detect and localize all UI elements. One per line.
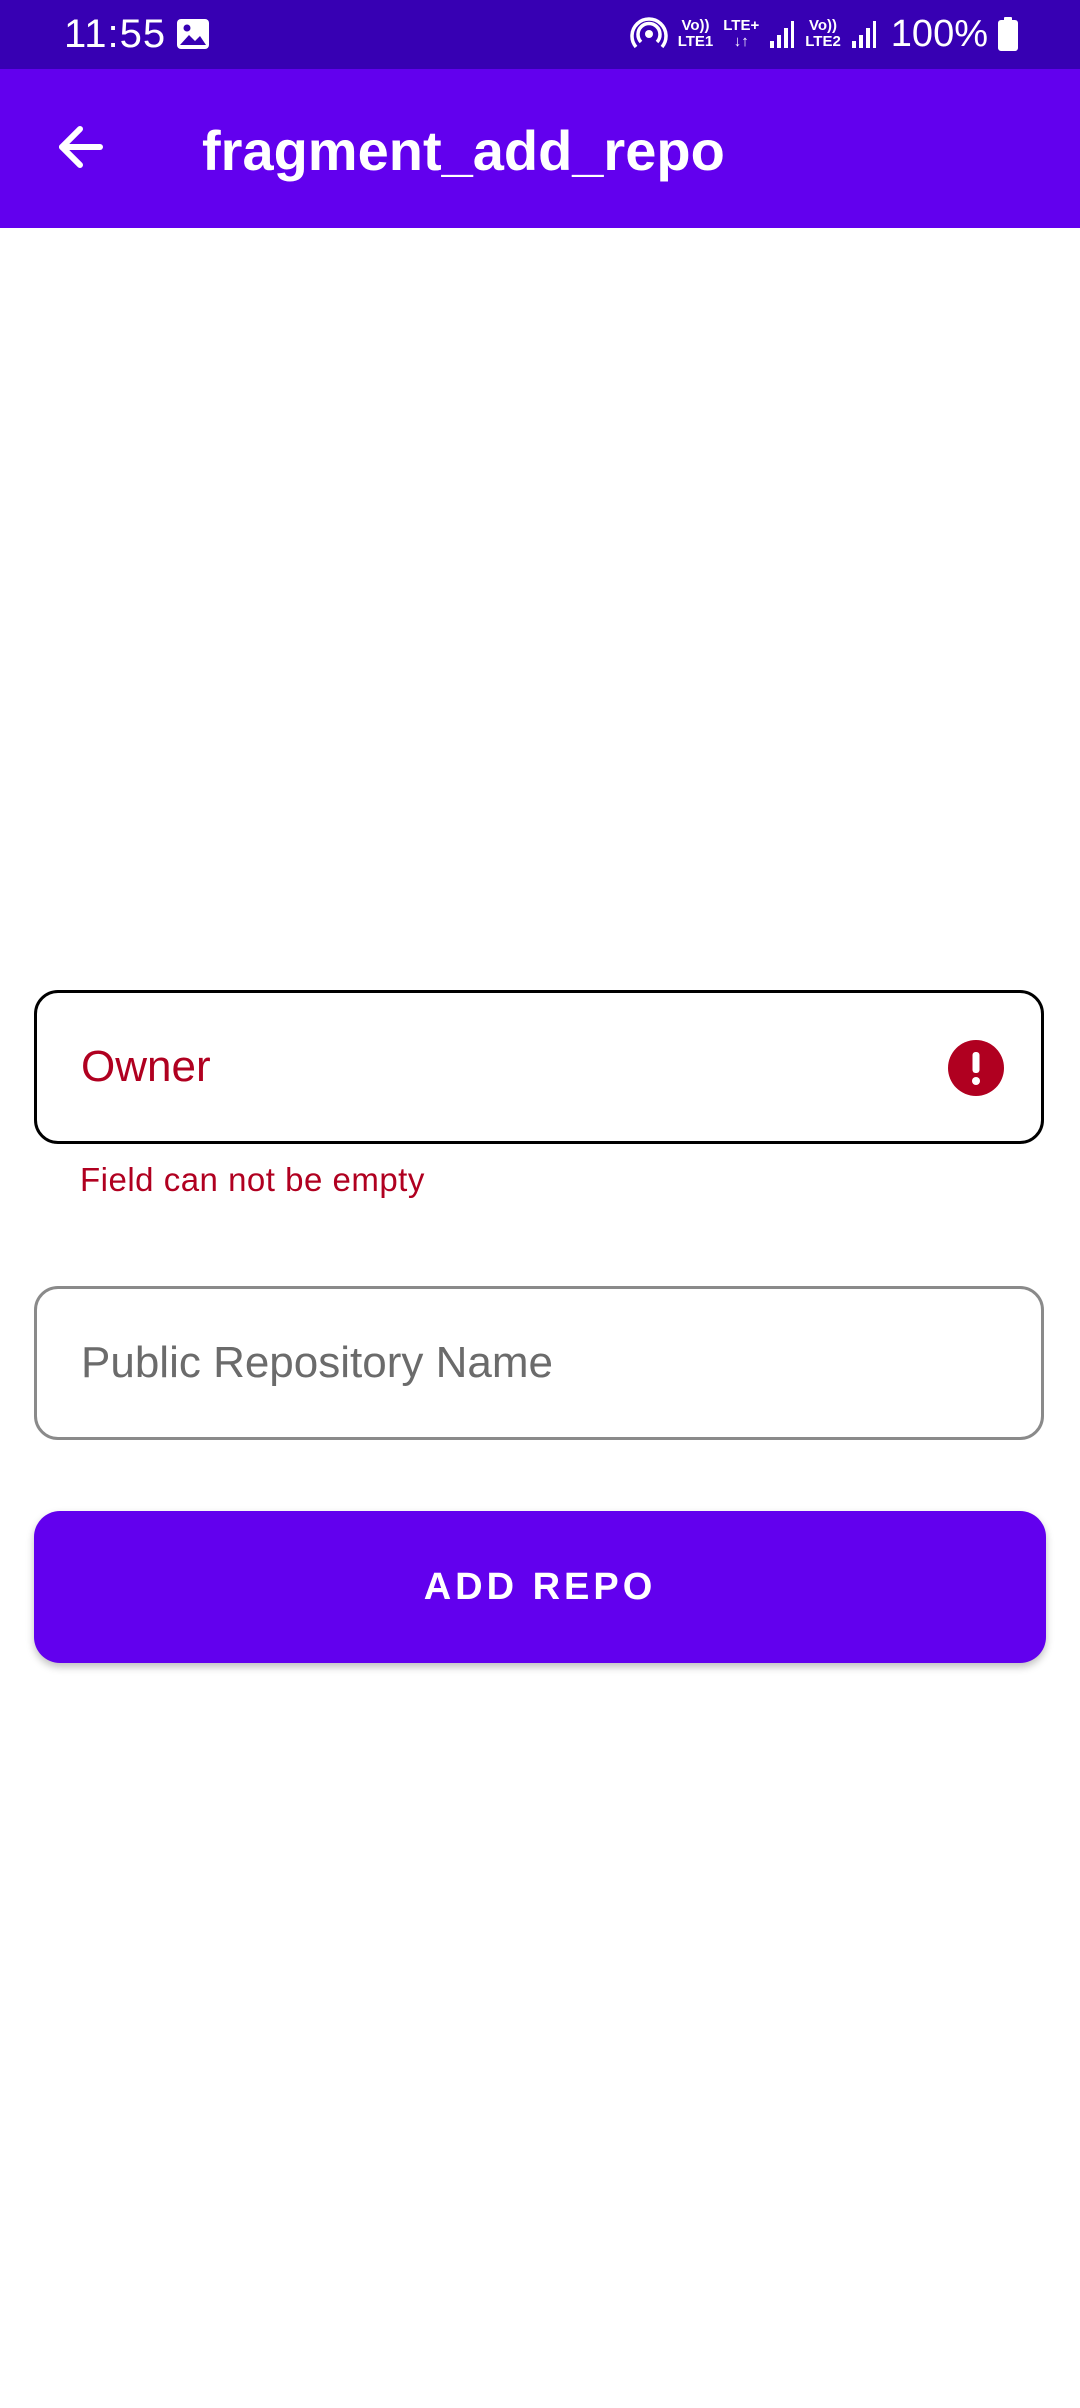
owner-error-text: Field can not be empty — [80, 1161, 425, 1198]
status-time: 11:55 — [64, 12, 167, 56]
sim2-volte-label: Vo)) LTE2 — [805, 18, 841, 50]
arrow-back-icon — [54, 121, 106, 178]
add-repo-button[interactable]: ADD REPO — [34, 1511, 1046, 1663]
image-notification-icon — [176, 18, 210, 50]
signal-sim2-icon — [851, 19, 877, 49]
network-type-label: LTE+ ↓↑ — [723, 18, 759, 50]
screen: 11:55 Vo)) LTE1 LTE+ ↓↑ Vo)) LTE2 100% f… — [0, 0, 1080, 2408]
signal-sim1-icon — [769, 19, 795, 49]
hotspot-icon — [630, 17, 668, 51]
add-repo-button-label: ADD REPO — [423, 1565, 657, 1608]
sim2-top-text: Vo)) — [808, 17, 838, 34]
sim1-volte-label: Vo)) LTE1 — [678, 18, 714, 50]
error-icon — [947, 1039, 1005, 1097]
status-bar: 11:55 Vo)) LTE1 LTE+ ↓↑ Vo)) LTE2 100% — [0, 0, 1080, 69]
page-title: fragment_add_repo — [202, 119, 725, 182]
sim1-top-text: Vo)) — [681, 17, 710, 34]
status-icons: Vo)) LTE1 LTE+ ↓↑ Vo)) LTE2 100% — [630, 10, 1018, 58]
app-bar: fragment_add_repo — [0, 69, 1080, 228]
repo-name-placeholder: Public Repository Name — [81, 1338, 553, 1387]
repo-name-field[interactable]: Public Repository Name — [34, 1286, 1044, 1440]
battery-icon — [998, 17, 1018, 51]
battery-percent: 100% — [890, 13, 988, 55]
data-arrows-icon: ↓↑ — [733, 33, 749, 50]
sim2-bottom-text: LTE2 — [805, 33, 841, 50]
owner-field[interactable]: Owner — [34, 990, 1044, 1144]
network-type-text: LTE+ — [723, 17, 760, 34]
sim1-bottom-text: LTE1 — [677, 33, 714, 50]
owner-field-label: Owner — [81, 1042, 211, 1091]
back-button[interactable] — [38, 107, 122, 191]
